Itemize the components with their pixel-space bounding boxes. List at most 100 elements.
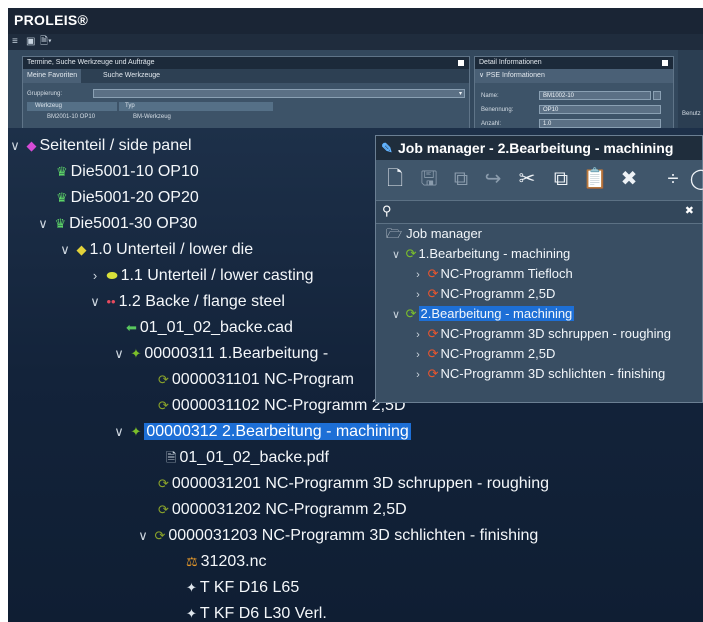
tab-favoriten[interactable]: Meine Favoriten (23, 69, 82, 83)
tree-item-label: 01_01_02_backe.pdf (179, 449, 329, 466)
tree-item-nc-program-31203[interactable]: ∨ ⟳ 0000031203 NC-Programm 3D schlichten … (136, 525, 538, 547)
save-icon[interactable]: 🖫 (416, 166, 442, 192)
app-title: PROLEIS® (14, 12, 89, 28)
chevron-down-icon[interactable]: ∨ (136, 525, 150, 547)
job-item-bearbeitung-2[interactable]: ∨ ⟳ 2.Bearbeitung - machining (390, 304, 575, 325)
tree-item-nc-program-31101[interactable]: ⟳ 0000031101 NC-Program (158, 369, 354, 391)
job-item-schruppen[interactable]: › ⟳ NC-Programm 3D schruppen - roughing (412, 324, 671, 344)
tree-item-nc-program-31201[interactable]: ⟳ 0000031201 NC-Programm 3D schruppen - r… (158, 473, 549, 495)
job-item-schlichten[interactable]: › ⟳ NC-Programm 3D schlichten - finishing (412, 364, 665, 384)
job-item-25d-1[interactable]: › ⟳ NC-Programm 2,5D (412, 284, 555, 304)
paste-icon[interactable]: 📋 (582, 166, 608, 192)
job-manager-search[interactable]: ⚲ ✖ (376, 200, 702, 224)
detail-pane-header: Detail Informationen (475, 57, 673, 69)
job-item-label: NC-Programm 2,5D (440, 286, 556, 301)
tree-item-lower-casting[interactable]: › ⬬ 1.1 Unterteil / lower casting (88, 265, 314, 287)
move-icon[interactable]: ÷ (660, 166, 686, 192)
chevron-down-icon[interactable]: ∨ (58, 239, 72, 261)
tree-item-die5001-30[interactable]: ∨ ♛ Die5001-30 OP30 (36, 213, 197, 235)
nc-program-icon: ⟳ (158, 476, 169, 491)
maximize-icon[interactable] (662, 60, 668, 66)
menu-icon[interactable]: ≡ (12, 36, 18, 48)
tree-item-lower-die[interactable]: ∨ ◆ 1.0 Unterteil / lower die (58, 239, 253, 261)
tree-item-die5001-10[interactable]: ♛ Die5001-10 OP10 (56, 161, 199, 183)
col-werkzeug-label: Werkzeug (35, 103, 62, 109)
job-item-tiefloch[interactable]: › ⟳ NC-Programm Tiefloch (412, 264, 573, 284)
chevron-right-icon[interactable]: › (412, 345, 424, 365)
tree-item-tool-d6[interactable]: ✦ T KF D6 L30 Verl. (186, 603, 327, 622)
job-item-25d-2[interactable]: › ⟳ NC-Programm 2,5D (412, 344, 555, 364)
job-item-bearbeitung-1[interactable]: ∨ ⟳ 1.Bearbeitung - machining (390, 244, 570, 264)
window-icon[interactable]: ▣ (26, 36, 35, 48)
pse-section[interactable]: ∨ PSE Informationen (475, 69, 673, 83)
tree-item-nc-program-31102[interactable]: ⟳ 0000031102 NC-Programm 2,5D (158, 395, 406, 417)
chevron-right-icon[interactable]: › (412, 285, 424, 305)
search-pane-title: Termine, Suche Werkzeuge und Aufträge (27, 59, 155, 66)
benutz-label: Benutz (682, 111, 701, 117)
field-benennung[interactable]: OP10 (539, 105, 661, 114)
tree-item-side-panel[interactable]: ∨ ◆ Seitenteil / side panel (8, 135, 191, 157)
row-typ[interactable]: BM-Werkzeug (133, 113, 171, 121)
tree-item-bearbeitung-2[interactable]: ∨ ✦ 00000312 2.Bearbeitung - machining (112, 421, 411, 443)
tree-item-tool-d16[interactable]: ✦ T KF D16 L65 (186, 577, 299, 599)
nc-program-icon: ⟳ (427, 286, 439, 301)
tree-item-label-selected: 00000312 2.Bearbeitung - machining (144, 423, 411, 440)
machining-icon: ⟳ (405, 246, 417, 261)
tree-item-label: 0000031102 NC-Programm 2,5D (171, 397, 406, 414)
chevron-down-icon[interactable]: ∨ (390, 245, 402, 265)
job-manager-icon: ✎ (381, 140, 393, 156)
undo-icon[interactable]: ↪ (480, 166, 506, 192)
pse-section-label: ∨ PSE Informationen (479, 72, 545, 79)
delete-icon[interactable]: ✖ (616, 166, 642, 192)
tree-item-label: 0000031201 NC-Programm 3D schruppen - ro… (171, 475, 550, 492)
document-dropdown-icon[interactable]: 🗎▾ (40, 36, 52, 48)
chevron-down-icon[interactable]: ∨ (8, 135, 22, 157)
chevron-down-icon[interactable]: ∨ (390, 305, 402, 325)
more-icon[interactable]: ◯ (688, 166, 703, 192)
tree-item-die5001-20[interactable]: ♛ Die5001-20 OP20 (56, 187, 199, 209)
cut-icon[interactable]: ✂ (514, 166, 540, 192)
chevron-right-icon[interactable]: › (412, 265, 424, 285)
save-all-icon[interactable]: ⧉ (448, 166, 474, 192)
grouping-select[interactable]: ▾ (93, 89, 465, 98)
tree-item-label: 1.0 Unterteil / lower die (89, 241, 254, 258)
column-header-werkzeug[interactable]: Werkzeug (27, 102, 117, 111)
nc-program-icon: ⟳ (158, 502, 169, 517)
nc-program-icon: ⟳ (158, 398, 169, 413)
column-header-typ[interactable]: Typ (119, 102, 273, 111)
maximize-icon[interactable] (458, 60, 464, 66)
job-item-label: NC-Programm 3D schruppen - roughing (440, 326, 672, 341)
tree-item-label: T KF D6 L30 Verl. (199, 605, 327, 622)
tree-item-nc-program-31202[interactable]: ⟳ 0000031202 NC-Programm 2,5D (158, 499, 407, 521)
chevron-right-icon[interactable]: › (88, 265, 102, 287)
die-icon: ♛ (56, 190, 68, 205)
new-document-icon[interactable]: 🗋 (382, 166, 408, 192)
copy-icon[interactable]: ⧉ (548, 166, 574, 192)
chevron-down-icon: ▾ (458, 91, 462, 97)
field-name-button[interactable] (653, 91, 661, 100)
chevron-right-icon[interactable]: › (412, 365, 424, 385)
chevron-down-icon[interactable]: ∨ (36, 213, 50, 235)
job-manager-header[interactable]: ✎ Job manager - 2.Bearbeitung - machining (376, 136, 702, 160)
tab-suche-werkzeuge[interactable]: Suche Werkzeuge (99, 69, 164, 83)
job-item-label: 1.Bearbeitung - machining (418, 246, 571, 261)
field-name[interactable]: BM1002-10 (539, 91, 651, 100)
chevron-down-icon[interactable]: ∨ (88, 291, 102, 313)
close-icon[interactable]: ✖ (685, 204, 694, 217)
job-root[interactable]: 🗁 Job manager (386, 224, 482, 244)
tree-item-bearbeitung-1[interactable]: ∨ ✦ 00000311 1.Bearbeitung - (112, 343, 328, 365)
chevron-down-icon[interactable]: ∨ (112, 343, 126, 365)
chevron-down-icon[interactable]: ∨ (112, 421, 126, 443)
tree-item-backe-cad[interactable]: ⬅ 01_01_02_backe.cad (126, 317, 293, 339)
assembly-icon: ◆ (76, 242, 87, 257)
chevron-right-icon[interactable]: › (412, 325, 424, 345)
row-werkzeug[interactable]: BM2001-10 OP10 (47, 113, 95, 121)
field-anzahl[interactable]: 1.0 (539, 119, 661, 128)
tree-item-flange-steel[interactable]: ∨ •• 1.2 Backe / flange steel (88, 291, 285, 313)
job-item-label: NC-Programm 2,5D (440, 346, 556, 361)
tree-item-label: Die5001-20 OP20 (70, 189, 199, 206)
tree-item-backe-pdf[interactable]: 🗎 01_01_02_backe.pdf (166, 447, 329, 469)
tree-item-label: T KF D16 L65 (199, 579, 300, 596)
tree-item-nc-file[interactable]: ⚖ 31203.nc (186, 551, 267, 573)
nc-program-icon: ⟳ (427, 366, 439, 381)
